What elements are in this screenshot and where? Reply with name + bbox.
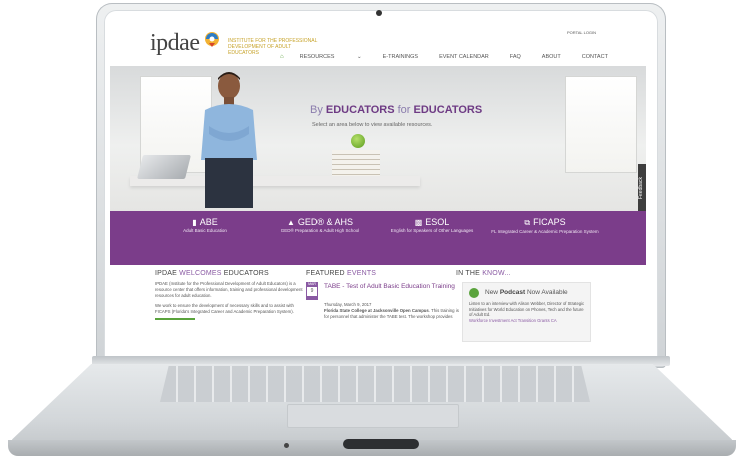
category-subtitle: FL Integrated Career & Academic Preparat… <box>491 229 599 234</box>
category-ged-ahs[interactable]: ▲ GED® & AHS GED® Preparation & Adult Hig… <box>260 217 380 234</box>
event-date-badge: MAR 9 <box>306 282 318 300</box>
welcome-title: IPDAE WELCOMES EDUCATORS <box>155 270 305 277</box>
event-title-link[interactable]: TABE - Test of Adult Basic Education Tra… <box>324 282 464 291</box>
category-subtitle: GED® Preparation & Adult High School <box>280 228 360 233</box>
events-title: FEATURED EVENTS <box>306 270 456 277</box>
home-icon[interactable]: ⌂ <box>280 54 284 60</box>
webcam <box>376 10 382 16</box>
category-esol[interactable]: ▩ ESOL English for Speakers of Other Lang… <box>372 217 492 234</box>
nav-e-trainings[interactable]: E-TRAININGS <box>383 54 418 60</box>
hero-title-middle: for <box>397 104 411 116</box>
event-location: Florida State College at Jacksonville Op… <box>324 308 429 313</box>
events-title-start: FEATURED <box>306 270 345 277</box>
welcome-title-start: IPDAE <box>155 270 178 277</box>
welcome-paragraph: IPDAE (Institute for the Professional De… <box>155 281 303 298</box>
desk-laptop-image <box>137 155 191 179</box>
category-title-text: ABE <box>199 217 218 227</box>
nav-about[interactable]: ABOUT <box>542 54 561 60</box>
category-ficaps[interactable]: ⧉ FICAPS FL Integrated Career & Academic … <box>485 217 605 235</box>
podcast-description: Listen to an interview with Alison Webbe… <box>469 301 587 323</box>
category-title-text: ESOL <box>425 217 450 227</box>
hero-title-accent: EDUCATORS <box>413 104 483 116</box>
site-header: ipdae INSTITUTE FOR THE PROFESSIONAL DEV… <box>110 22 646 66</box>
esol-icon: ▩ <box>414 218 423 227</box>
background-window <box>565 76 637 173</box>
event-meta: Thursday, March 9, 2017 Florida State Co… <box>324 302 464 320</box>
main-nav: ⌂ RESOURCES ⌄ E-TRAININGS EVENT CALENDAR… <box>280 54 629 60</box>
event-month: MAR <box>308 282 316 286</box>
category-title-text: FICAPS <box>533 217 566 227</box>
know-title-start: IN THE <box>456 270 481 277</box>
in-the-know-section: IN THE KNOW... New Podcast Now Available… <box>456 270 606 355</box>
hero-title-prefix: By <box>310 104 323 116</box>
events-title-highlight: EVENTS <box>346 270 377 277</box>
laptop-trackpad <box>287 404 459 428</box>
educator-photo <box>201 72 257 208</box>
podcast-link[interactable]: Workforce Investment Act Transition Gran… <box>469 318 587 324</box>
know-title: IN THE KNOW... <box>456 270 606 277</box>
welcome-title-highlight: WELCOMES <box>179 270 222 277</box>
power-indicator <box>284 443 289 448</box>
apple <box>351 134 365 148</box>
category-abe[interactable]: ▮ ABE Adult Basic Education <box>145 217 265 234</box>
category-title-text: GED® & AHS <box>297 217 354 227</box>
category-title: ▲ GED® & AHS <box>260 217 380 227</box>
laptop-latch <box>343 439 419 449</box>
know-title-highlight: KNOW... <box>482 270 511 277</box>
hero-banner: By EDUCATORS for EDUCATORS Select an are… <box>110 66 646 212</box>
hero-title: By EDUCATORS for EDUCATORS <box>310 104 482 116</box>
nav-event-calendar[interactable]: EVENT CALENDAR <box>439 54 489 60</box>
event-day: 9 <box>307 287 317 296</box>
nav-faq[interactable]: FAQ <box>510 54 521 60</box>
portal-login-link[interactable]: PORTAL LOGIN <box>567 30 596 35</box>
welcome-title-end: EDUCATORS <box>223 270 269 277</box>
external-link-icon: ⧉ <box>524 218 531 227</box>
hero-subtitle: Select an area below to view available r… <box>312 122 433 128</box>
ipdae-logo-mark-icon <box>205 32 219 47</box>
category-title: ⧉ FICAPS <box>485 217 605 228</box>
read-more-bar[interactable] <box>155 318 195 320</box>
nav-contact[interactable]: CONTACT <box>582 54 608 60</box>
welcome-section: IPDAE WELCOMES EDUCATORS IPDAE (Institut… <box>155 270 305 320</box>
book-icon: ▮ <box>192 218 197 227</box>
book-stack <box>332 150 380 176</box>
category-band: ▮ ABE Adult Basic Education ▲ GED® & AHS G… <box>110 211 646 265</box>
featured-events-section: FEATURED EVENTS MAR 9 TABE - Test of Adu… <box>306 270 459 355</box>
feedback-tab[interactable]: Feedback <box>638 164 646 212</box>
podcast-text: Listen to an interview with Alison Webbe… <box>469 301 585 318</box>
nav-resources-label: RESOURCES <box>299 54 335 60</box>
laptop-screen: ipdae INSTITUTE FOR THE PROFESSIONAL DEV… <box>110 22 646 355</box>
welcome-paragraph: We work to ensure the development of nec… <box>155 303 294 314</box>
podcast-suffix: Now Available <box>526 289 568 296</box>
graduation-cap-icon: ▲ <box>286 218 295 227</box>
laptop-mockup: ipdae INSTITUTE FOR THE PROFESSIONAL DEV… <box>0 0 745 461</box>
podcast-bold: Podcast <box>499 289 526 296</box>
hero-title-accent: EDUCATORS <box>325 104 395 116</box>
podcast-prefix: New <box>485 289 499 296</box>
site-logo[interactable]: ipdae <box>150 30 200 57</box>
podcast-title: New Podcast Now Available <box>485 289 568 296</box>
category-title: ▮ ABE <box>145 217 265 227</box>
laptop-keyboard <box>160 366 590 402</box>
nav-resources[interactable]: RESOURCES ⌄ <box>300 54 362 60</box>
category-subtitle: Adult Basic Education <box>183 228 227 233</box>
category-subtitle: English for Speakers of Other Languages <box>390 228 474 233</box>
podcast-card[interactable]: New Podcast Now Available Listen to an i… <box>462 282 591 342</box>
category-title: ▩ ESOL <box>372 217 492 227</box>
microphone-icon <box>469 288 479 298</box>
